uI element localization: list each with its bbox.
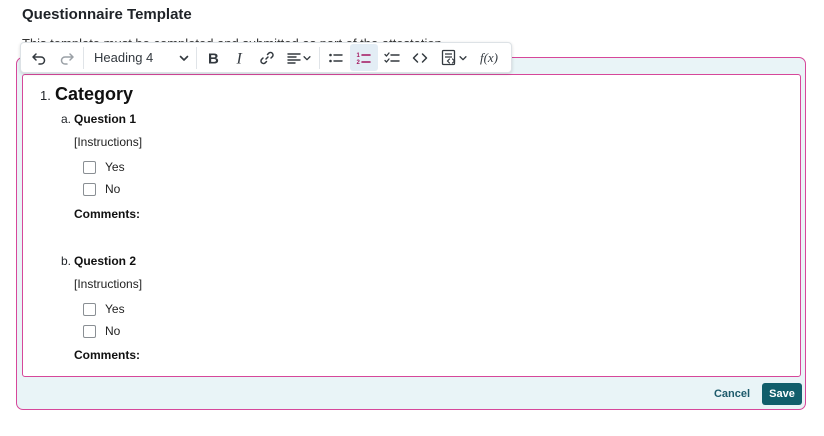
save-button[interactable]: Save [762, 383, 802, 405]
heading-style-select[interactable]: Heading 4 [86, 44, 194, 71]
bulleted-list-icon [329, 53, 343, 62]
option-yes: Yes [83, 160, 125, 174]
checklist-icon [384, 51, 400, 63]
redo-icon [60, 52, 74, 65]
option-label: No [105, 182, 121, 196]
redo-button[interactable] [53, 44, 81, 71]
insert-template-icon [441, 49, 455, 66]
question-title: Question 2 [74, 254, 137, 268]
category-title: Category [55, 84, 134, 104]
editor-toolbar: Heading 4 B I 12 f(x) [20, 42, 512, 73]
category-heading: 1. Category [40, 84, 133, 105]
svg-text:B: B [208, 50, 219, 66]
checklist-button[interactable] [378, 44, 406, 71]
italic-icon: I [235, 50, 242, 66]
comments-label: Comments: [74, 348, 141, 362]
svg-text:I: I [235, 50, 242, 66]
question-instructions: [Instructions] [74, 135, 143, 149]
italic-button[interactable]: I [226, 44, 253, 71]
heading-style-value: Heading 4 [94, 50, 154, 65]
link-button[interactable] [253, 44, 281, 71]
yes-checkbox[interactable] [83, 160, 96, 174]
question-heading: a. Question 1 [61, 112, 136, 126]
option-no: No [83, 182, 120, 196]
toolbar-separator [196, 46, 197, 69]
code-icon [412, 52, 428, 63]
chevron-down-icon [458, 55, 467, 60]
question-heading: b. Question 2 [61, 254, 136, 268]
bold-icon: B [208, 50, 219, 66]
toolbar-separator [83, 46, 84, 69]
chevron-down-icon [303, 55, 311, 60]
numbered-list-icon: 12 [357, 53, 371, 66]
question-number: a. [61, 112, 72, 126]
numbered-list-button[interactable]: 12 [350, 44, 378, 71]
undo-icon [32, 52, 46, 65]
cancel-button[interactable]: Cancel [708, 385, 756, 403]
option-yes: Yes [83, 302, 125, 316]
align-icon [287, 52, 301, 64]
function-button[interactable]: f(x) [474, 44, 504, 71]
toolbar-separator [319, 46, 320, 69]
chevron-down-icon [179, 55, 189, 61]
bulleted-list-button[interactable] [322, 44, 350, 71]
rich-text-editor[interactable] [22, 74, 801, 377]
undo-button[interactable] [25, 44, 53, 71]
code-button[interactable] [406, 44, 434, 71]
option-label: No [105, 324, 121, 338]
bold-button[interactable]: B [199, 44, 226, 71]
alignment-dropdown[interactable] [281, 44, 317, 71]
option-no: No [83, 324, 120, 338]
yes-checkbox[interactable] [83, 302, 96, 316]
question-number: b. [61, 254, 72, 268]
svg-text:1: 1 [357, 53, 361, 59]
no-checkbox[interactable] [83, 324, 96, 338]
page-title: Questionnaire Template [22, 6, 192, 23]
insert-template-dropdown[interactable] [434, 44, 474, 71]
question-title: Question 1 [74, 112, 137, 126]
question-instructions: [Instructions] [74, 277, 143, 291]
comments-label: Comments: [74, 207, 141, 221]
svg-text:2: 2 [357, 60, 361, 66]
option-label: Yes [105, 302, 125, 316]
link-icon [260, 51, 274, 64]
no-checkbox[interactable] [83, 182, 96, 196]
category-number: 1. [40, 88, 51, 103]
function-icon: f(x) [479, 49, 499, 65]
option-label: Yes [105, 160, 125, 174]
